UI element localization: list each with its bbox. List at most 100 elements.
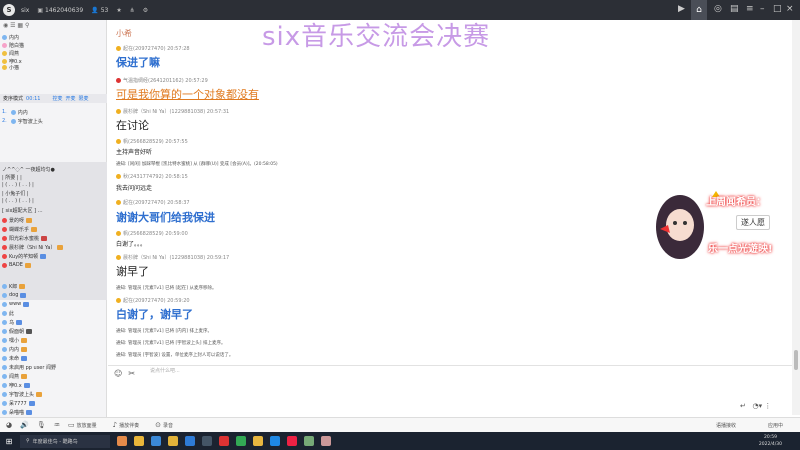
system-notice: 通知: 管理员 [元素Tv1] 已将 [起在] 从麦序移除。 bbox=[116, 286, 217, 291]
member-item[interactable]: Kuy的芊知顿 bbox=[2, 252, 106, 260]
system-notice: 通知: 管理员 [元素Tv1] 已将 [内内] 排上麦序。 bbox=[116, 329, 212, 334]
member-item[interactable]: 景的呀 bbox=[2, 216, 106, 224]
avatar[interactable]: ◕ bbox=[6, 421, 14, 429]
tray-apps[interactable]: 应用中 bbox=[768, 422, 783, 429]
member-item[interactable]: 闻燕 bbox=[2, 372, 106, 380]
member-item[interactable]: 阳光彩水蜜桃 bbox=[2, 234, 106, 242]
art-line: | ( . . ) ( . . ) | bbox=[2, 198, 34, 204]
member-item[interactable]: 未命 bbox=[2, 354, 106, 362]
close-icon[interactable]: × bbox=[786, 4, 794, 14]
taskbar-search[interactable]: ⚲ 年度最佳鸟 - 酷路鸟 bbox=[20, 434, 110, 448]
mode-label: 麦序模式 bbox=[3, 96, 24, 102]
member-item[interactable]: 宇智波上头 bbox=[2, 390, 106, 398]
netease-icon[interactable] bbox=[287, 436, 297, 446]
member-item[interactable]: BADE bbox=[2, 261, 106, 269]
send-controls[interactable]: ↵ ◔▾ ⋮ bbox=[740, 402, 771, 410]
art-line: | 所要 | | bbox=[2, 174, 22, 181]
settings-icon[interactable]: ⚙ bbox=[143, 7, 148, 14]
message-input[interactable]: 说点什么吧... bbox=[150, 367, 180, 374]
game-icon[interactable]: ◎ bbox=[714, 4, 722, 14]
mixer-icon[interactable]: ♒ bbox=[54, 421, 62, 429]
member-item[interactable]: www bbox=[2, 300, 106, 308]
member-item[interactable]: 乌 bbox=[2, 318, 106, 326]
link-limit-mic[interactable]: 限麦 bbox=[78, 95, 88, 102]
chat-scrollbar[interactable] bbox=[792, 20, 800, 415]
volume-button[interactable]: ▭ 放放面量 bbox=[68, 421, 97, 429]
member-item[interactable]: dog bbox=[2, 291, 106, 299]
game-app-icon[interactable] bbox=[304, 436, 314, 446]
member-item[interactable]: 咿0.x bbox=[2, 381, 106, 389]
overlay-line1: 上周闻希员： bbox=[706, 197, 766, 208]
member-item[interactable]: 嘿小 bbox=[2, 336, 106, 344]
steam-icon[interactable] bbox=[202, 436, 212, 446]
taskview-icon[interactable] bbox=[151, 436, 161, 446]
member-item[interactable]: 内内 bbox=[2, 33, 106, 41]
msg-text: 我去问问远走 bbox=[116, 185, 153, 192]
maximize-icon[interactable]: □ bbox=[773, 4, 782, 14]
app-icon[interactable] bbox=[236, 436, 246, 446]
minimize-icon[interactable]: – bbox=[760, 4, 765, 14]
six-app-icon[interactable] bbox=[253, 436, 263, 446]
msg-meta: 帆(2566828529) 20:57:55 bbox=[116, 138, 188, 145]
edge-icon[interactable] bbox=[270, 436, 280, 446]
home-button[interactable]: ⌂ bbox=[691, 0, 707, 20]
msg-text: 可是我你算的一个对象都没有 bbox=[116, 88, 259, 101]
search-app-icon[interactable] bbox=[134, 436, 144, 446]
emoji-icon[interactable]: ☺ bbox=[114, 369, 122, 378]
play-accompaniment-button[interactable]: ♪ 播放伴奏 bbox=[113, 421, 139, 429]
announcement-overlay: 上周闻希员： 遂人愿 乐一点光遊映! bbox=[648, 185, 798, 263]
art-line: | ( . . ) ( . . ) | bbox=[2, 182, 34, 188]
member-item[interactable]: 陪白猫 bbox=[2, 41, 106, 49]
bottom-bar: ◕ 🔊 🎙 ♒ ▭ 放放面量 ♪ 播放伴奏 ⊙ 录音 语播接收 应用中 bbox=[0, 417, 800, 432]
menu-icon[interactable]: ≡ bbox=[746, 4, 754, 14]
member-item[interactable]: 呆7777 bbox=[2, 399, 106, 407]
left-toolbar[interactable]: ◉ ☰ ▦ ⚲ bbox=[3, 22, 29, 29]
folder-icon[interactable] bbox=[168, 436, 178, 446]
member-item[interactable]: 小猫 bbox=[2, 65, 106, 70]
member-item[interactable]: 晨杉牌（Shi Ni Ya） bbox=[2, 243, 106, 251]
msg-text: 谢谢大哥们给我保进 bbox=[116, 211, 215, 224]
member-item[interactable]: 此 bbox=[2, 309, 106, 317]
app-logo-icon: S bbox=[3, 4, 15, 16]
member-item[interactable]: K郎 bbox=[2, 282, 106, 290]
windows-taskbar: ⊞ ⚲ 年度最佳鸟 - 酷路鸟 20:59 2022/4/30 bbox=[0, 432, 800, 450]
input-area[interactable] bbox=[108, 381, 792, 417]
overlay-name: 遂人愿 bbox=[736, 215, 770, 230]
scissors-icon[interactable]: ✂ bbox=[128, 369, 135, 378]
share-icon[interactable]: ⋔ bbox=[130, 7, 135, 14]
member-item[interactable]: 朵喵喵 bbox=[2, 408, 106, 416]
channel-id: 1462040639 bbox=[45, 6, 84, 14]
msg-meta: 秋(2431774792) 20:58:15 bbox=[116, 173, 188, 180]
queue-item[interactable]: 1. 内内 bbox=[2, 108, 106, 116]
member-item[interactable]: 内内 bbox=[2, 345, 106, 353]
system-notice: 通知: 管理员 [元素Tv1] 已将 [宇智波上头] 排上麦序。 bbox=[116, 341, 226, 346]
bag-icon[interactable]: ▤ bbox=[730, 4, 739, 14]
chat-app-icon[interactable] bbox=[321, 436, 331, 446]
msg-text: 白谢了，谢早了 bbox=[116, 308, 193, 321]
member-item[interactable]: 假面朝 bbox=[2, 327, 106, 335]
member-item[interactable]: 未启用 pp user 闻野 bbox=[2, 363, 106, 371]
msg-meta: 气温指绸经(2641201162) 20:57:29 bbox=[116, 77, 208, 84]
member-item[interactable]: 蝴蝶乐乎 bbox=[2, 225, 106, 233]
member-item[interactable]: 咿0.x bbox=[2, 57, 106, 65]
volume-icon[interactable]: 🔊 bbox=[20, 421, 31, 429]
member-item[interactable]: 闻燕 bbox=[2, 49, 106, 57]
msg-text: 保进了嘛 bbox=[116, 56, 160, 69]
msg-text: 主持声音好听 bbox=[116, 149, 153, 156]
tray-receive[interactable]: 语播接收 bbox=[716, 422, 736, 429]
windows-start-icon[interactable]: ⊞ bbox=[2, 434, 16, 448]
music-app-icon[interactable] bbox=[219, 436, 229, 446]
msg-text: 在讨论 bbox=[116, 119, 149, 132]
clock[interactable]: 20:59 2022/4/30 bbox=[759, 434, 782, 448]
play-icon[interactable]: ▶ bbox=[678, 4, 685, 14]
avatar-app-icon[interactable] bbox=[117, 436, 127, 446]
star-icon[interactable]: ★ bbox=[116, 7, 121, 14]
link-open-mic[interactable]: 开麦 bbox=[65, 95, 75, 102]
art-line: [ six超配大区 ] … bbox=[2, 207, 43, 214]
link-control-mic[interactable]: 控麦 bbox=[52, 95, 62, 102]
store-icon[interactable] bbox=[185, 436, 195, 446]
queue-item[interactable]: 2. 宇智波上头 bbox=[2, 117, 106, 125]
record-button[interactable]: ⊙ 录音 bbox=[155, 421, 173, 429]
mic-icon[interactable]: 🎙 bbox=[37, 421, 48, 429]
app-name: six bbox=[21, 6, 30, 14]
